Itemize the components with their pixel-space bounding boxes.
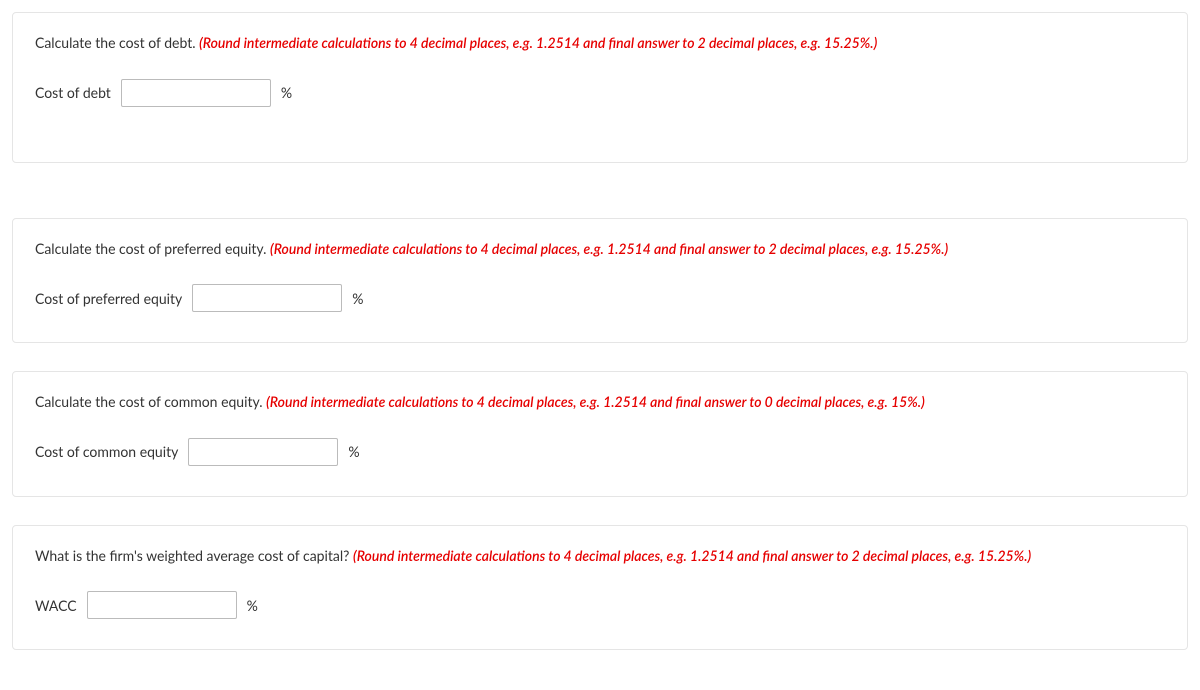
prompt-hint: (Round intermediate calculations to 4 de… [270, 240, 948, 257]
prompt-hint: (Round intermediate calculations to 4 de… [266, 393, 925, 410]
prompt-text: Calculate the cost of preferred equity. [35, 240, 270, 257]
prompt-hint: (Round intermediate calculations to 4 de… [199, 34, 877, 51]
unit-label: % [352, 290, 363, 307]
question-card-cost-of-debt: Calculate the cost of debt. (Round inter… [12, 12, 1188, 163]
prompt-hint: (Round intermediate calculations to 4 de… [353, 547, 1031, 564]
answer-row: WACC % [35, 591, 1165, 619]
question-prompt: Calculate the cost of preferred equity. … [35, 239, 1165, 259]
cost-of-debt-input[interactable] [121, 79, 271, 107]
question-card-cost-of-common-equity: Calculate the cost of common equity. (Ro… [12, 371, 1188, 497]
answer-row: Cost of common equity % [35, 438, 1165, 466]
question-card-cost-of-preferred-equity: Calculate the cost of preferred equity. … [12, 218, 1188, 344]
unit-label: % [281, 84, 292, 101]
cost-of-preferred-equity-input[interactable] [192, 284, 342, 312]
question-prompt: Calculate the cost of common equity. (Ro… [35, 392, 1165, 412]
wacc-input[interactable] [87, 591, 237, 619]
question-card-wacc: What is the firm's weighted average cost… [12, 525, 1188, 651]
answer-label: Cost of common equity [35, 443, 178, 460]
prompt-text: Calculate the cost of common equity. [35, 393, 266, 410]
question-prompt: Calculate the cost of debt. (Round inter… [35, 33, 1165, 53]
prompt-text: What is the firm's weighted average cost… [35, 547, 353, 564]
answer-label: WACC [35, 597, 77, 614]
unit-label: % [348, 443, 359, 460]
prompt-text: Calculate the cost of debt. [35, 34, 199, 51]
cost-of-common-equity-input[interactable] [188, 438, 338, 466]
answer-label: Cost of debt [35, 84, 111, 101]
answer-row: Cost of preferred equity % [35, 284, 1165, 312]
answer-label: Cost of preferred equity [35, 290, 182, 307]
unit-label: % [247, 597, 258, 614]
question-prompt: What is the firm's weighted average cost… [35, 546, 1165, 566]
answer-row: Cost of debt % [35, 79, 1165, 107]
